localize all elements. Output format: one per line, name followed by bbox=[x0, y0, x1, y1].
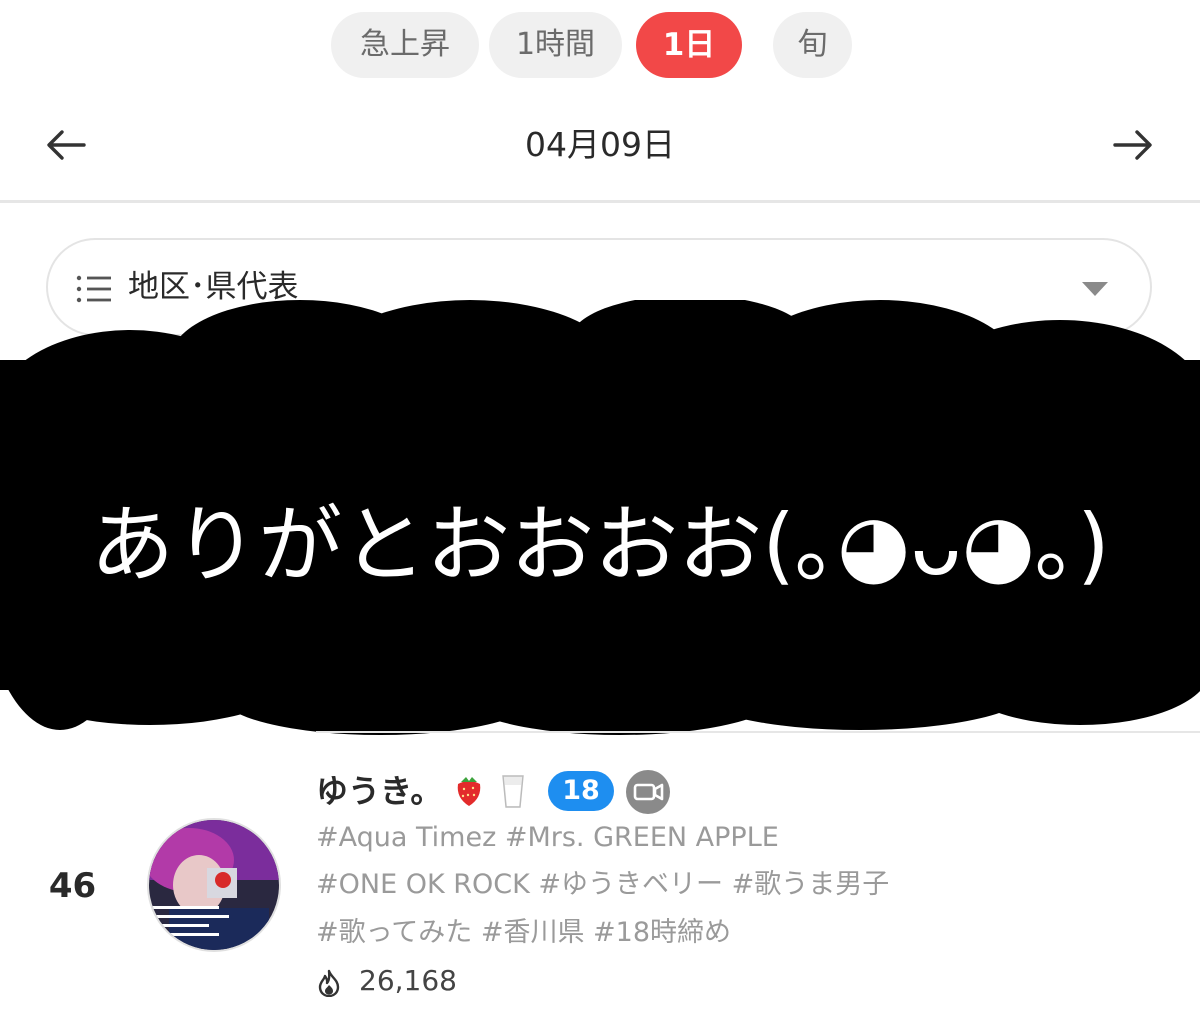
hashtag-line: #歌ってみた #香川県 #18時締め bbox=[316, 917, 732, 948]
age-badge: 18 bbox=[548, 771, 614, 811]
avatar-image bbox=[149, 820, 279, 950]
milk-glass-icon bbox=[502, 775, 524, 808]
date-navigation: 04月09日 bbox=[0, 100, 1200, 190]
tab-1-day[interactable]: 1日 bbox=[636, 12, 742, 78]
overlay-text: ありがとおおおお(｡◕ᴗ◕｡) bbox=[90, 496, 1110, 594]
arrow-left-icon[interactable] bbox=[44, 123, 88, 167]
ranking-page: 急上昇 1時間 1日 旬 04月09日 地区･県代表 ありがとおおおお(｡◕ᴗ◕… bbox=[0, 0, 1200, 1028]
video-camera-icon bbox=[626, 770, 670, 814]
arrow-right-icon[interactable] bbox=[1111, 123, 1155, 167]
strawberry-icon bbox=[457, 777, 481, 806]
score-value: 26,168 bbox=[359, 964, 457, 997]
caret-down-icon bbox=[1082, 282, 1108, 296]
hashtag-line: #ONE OK ROCK #ゆうきベリー #歌うま男子 bbox=[316, 869, 890, 900]
tab-seasonal[interactable]: 旬 bbox=[773, 12, 852, 78]
tab-1-hour[interactable]: 1時間 bbox=[489, 12, 622, 78]
entry-name-line: ゆうき。 18 bbox=[316, 765, 1116, 817]
current-date: 04月09日 bbox=[525, 125, 675, 164]
rank-number: 46 bbox=[48, 866, 97, 906]
header-divider bbox=[0, 200, 1200, 203]
hashtag-line: #Aqua Timez #Mrs. GREEN APPLE bbox=[316, 822, 779, 853]
user-name[interactable]: ゆうき。 bbox=[316, 765, 442, 817]
tab-trending[interactable]: 急上昇 bbox=[331, 12, 479, 78]
flame-icon bbox=[318, 969, 340, 997]
period-tabs: 急上昇 1時間 1日 旬 bbox=[0, 12, 1200, 78]
avatar[interactable] bbox=[147, 818, 281, 952]
row-divider bbox=[316, 731, 1200, 733]
